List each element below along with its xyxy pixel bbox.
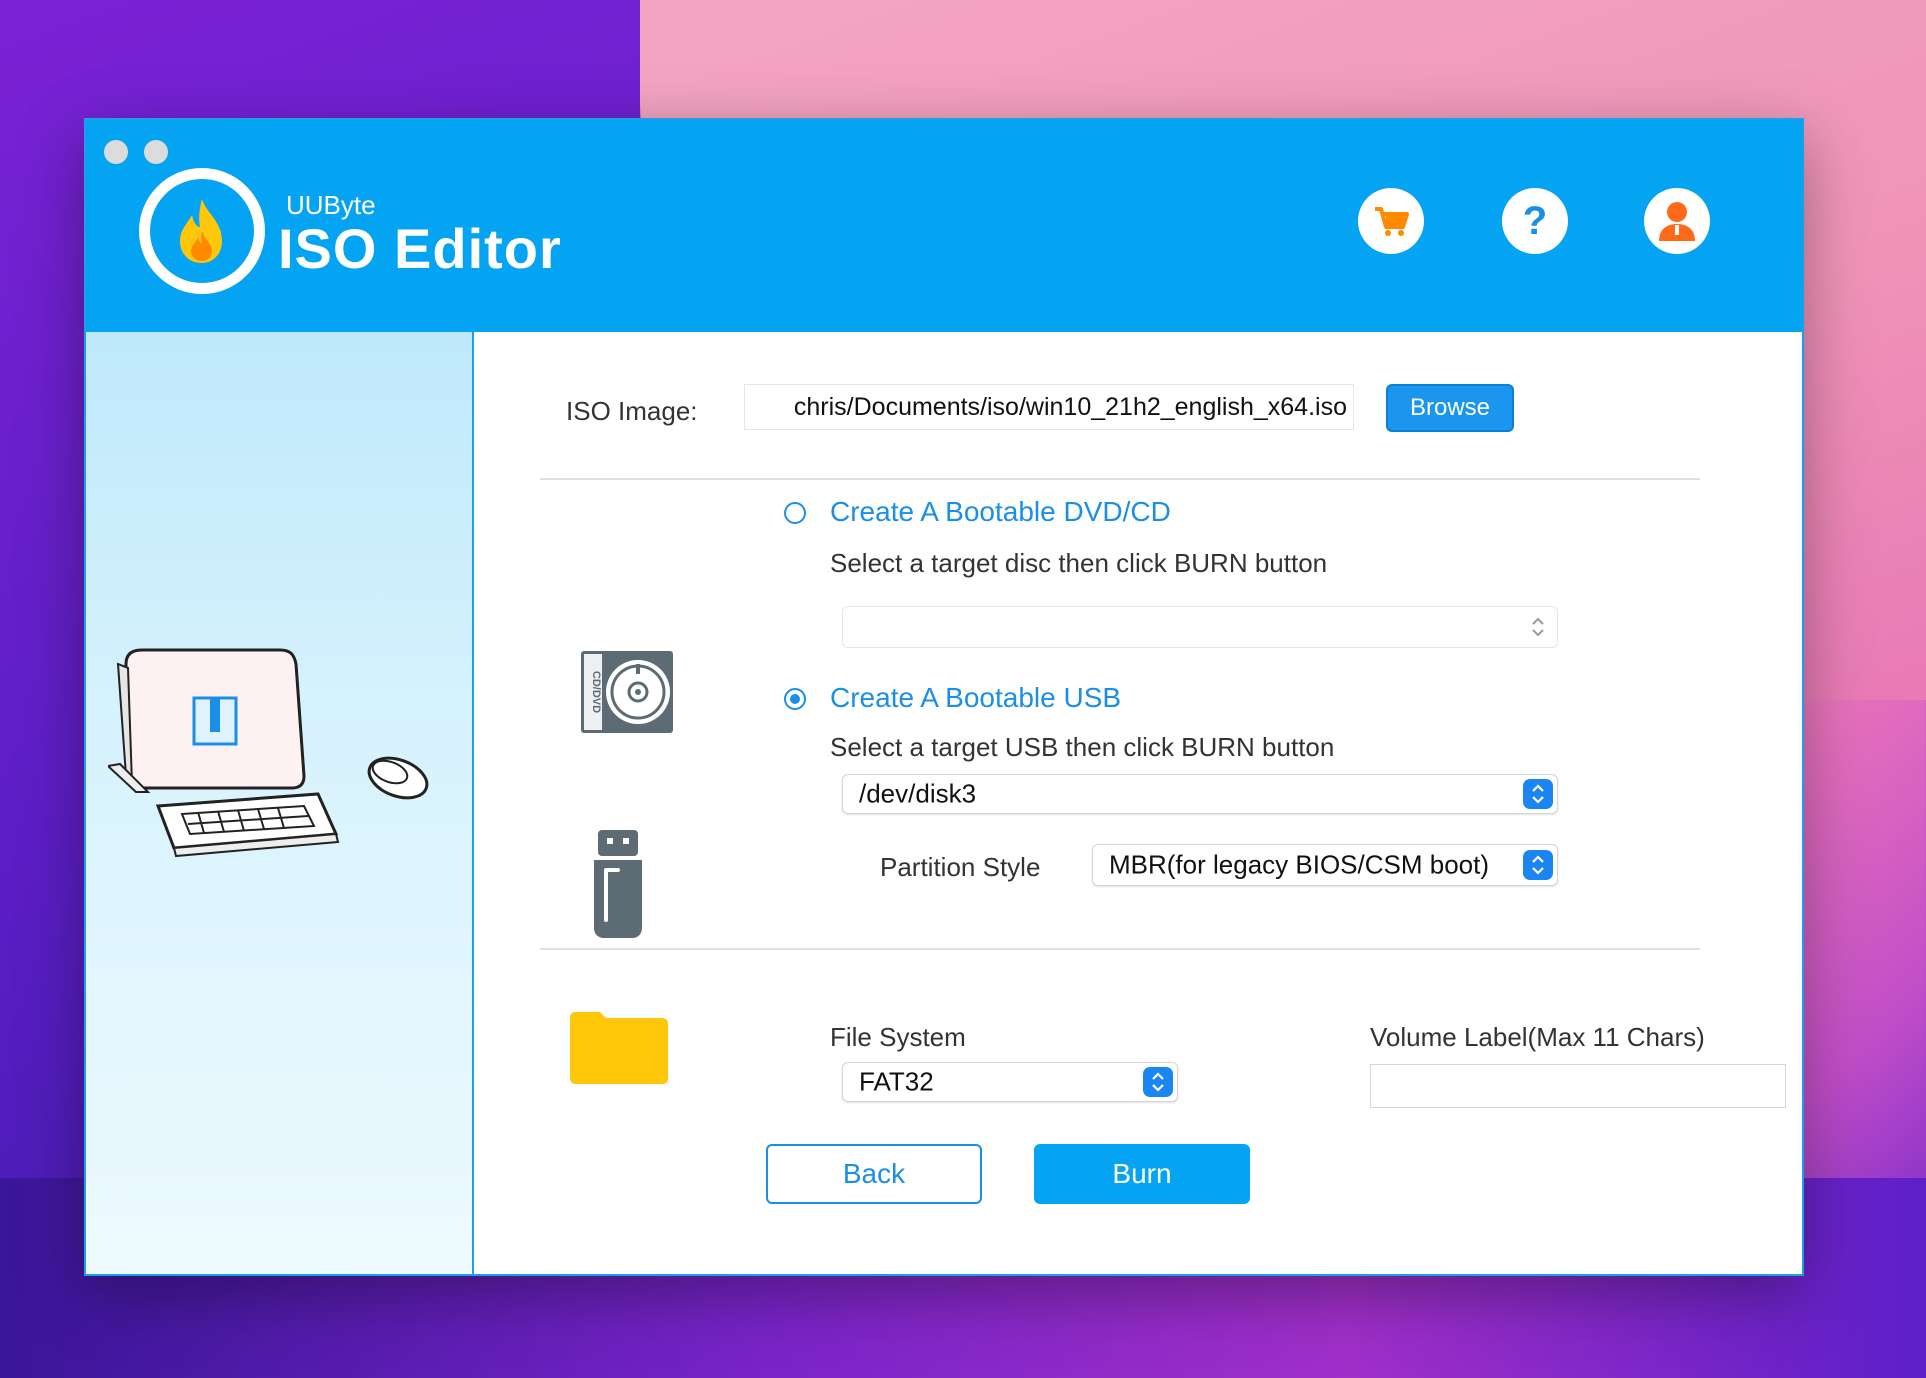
cd-dvd-label: CD/DVD [590,671,602,713]
partition-style-select[interactable]: MBR(for legacy BIOS/CSM boot) [1092,844,1558,886]
cart-button[interactable] [1358,188,1424,254]
chevron-updown-icon [1523,612,1553,642]
svg-text:?: ? [1523,199,1547,243]
usb-hint: Select a target USB then click BURN butt… [830,732,1335,762]
partition-style-value: MBR(for legacy BIOS/CSM boot) [1109,849,1489,880]
divider [540,948,1700,950]
folder-icon [570,1012,668,1084]
app-title: ISO Editor [278,217,562,280]
browse-button[interactable]: Browse [1386,384,1514,432]
user-icon [1659,202,1695,241]
divider [540,478,1700,480]
burn-button[interactable]: Burn [1034,1144,1250,1204]
file-system-value: FAT32 [859,1066,934,1097]
usb-target-value: /dev/disk3 [859,778,977,809]
app-logo [139,168,265,294]
file-system-select[interactable]: FAT32 [842,1062,1178,1102]
help-button[interactable]: ? [1502,188,1568,254]
main-panel: ISO Image: chris/Documents/iso/win10_21h… [474,332,1802,1274]
chevron-updown-icon [1143,1067,1173,1097]
volume-label-caption: Volume Label(Max 11 Chars) [1370,1022,1705,1052]
usb-radio[interactable] [784,688,806,710]
app-window: UUByte ISO Editor ? ISO Image: chris/Doc… [84,118,1804,1276]
computer-illustration [108,648,429,858]
volume-label-input[interactable] [1370,1064,1786,1108]
help-icon: ? [1523,199,1547,243]
dvd-option-title[interactable]: Create A Bootable DVD/CD [830,496,1171,528]
chevron-updown-icon [1523,850,1553,880]
account-button[interactable] [1644,188,1710,254]
window-minimize-button[interactable] [144,140,168,164]
partition-style-label: Partition Style [880,852,1041,882]
usb-option-title[interactable]: Create A Bootable USB [830,682,1121,714]
app-header: UUByte ISO Editor ? [86,120,1802,332]
iso-path-value: chris/Documents/iso/win10_21h2_english_x… [793,393,1347,421]
usb-drive-icon [594,830,642,938]
usb-target-select[interactable]: /dev/disk3 [842,774,1558,814]
cart-icon [1375,207,1409,236]
dvd-target-select[interactable] [842,606,1558,648]
chevron-updown-icon [1523,779,1553,809]
flame-icon [180,199,222,263]
cd-dvd-drive-icon: CD/DVD [581,651,673,733]
window-close-button[interactable] [104,140,128,164]
file-system-label: File System [830,1022,966,1052]
iso-path-field[interactable]: chris/Documents/iso/win10_21h2_english_x… [744,384,1354,430]
iso-image-label: ISO Image: [566,396,698,426]
dvd-hint: Select a target disc then click BURN but… [830,548,1328,578]
back-button[interactable]: Back [766,1144,982,1204]
sidebar [86,332,474,1274]
dvd-radio[interactable] [784,502,806,524]
